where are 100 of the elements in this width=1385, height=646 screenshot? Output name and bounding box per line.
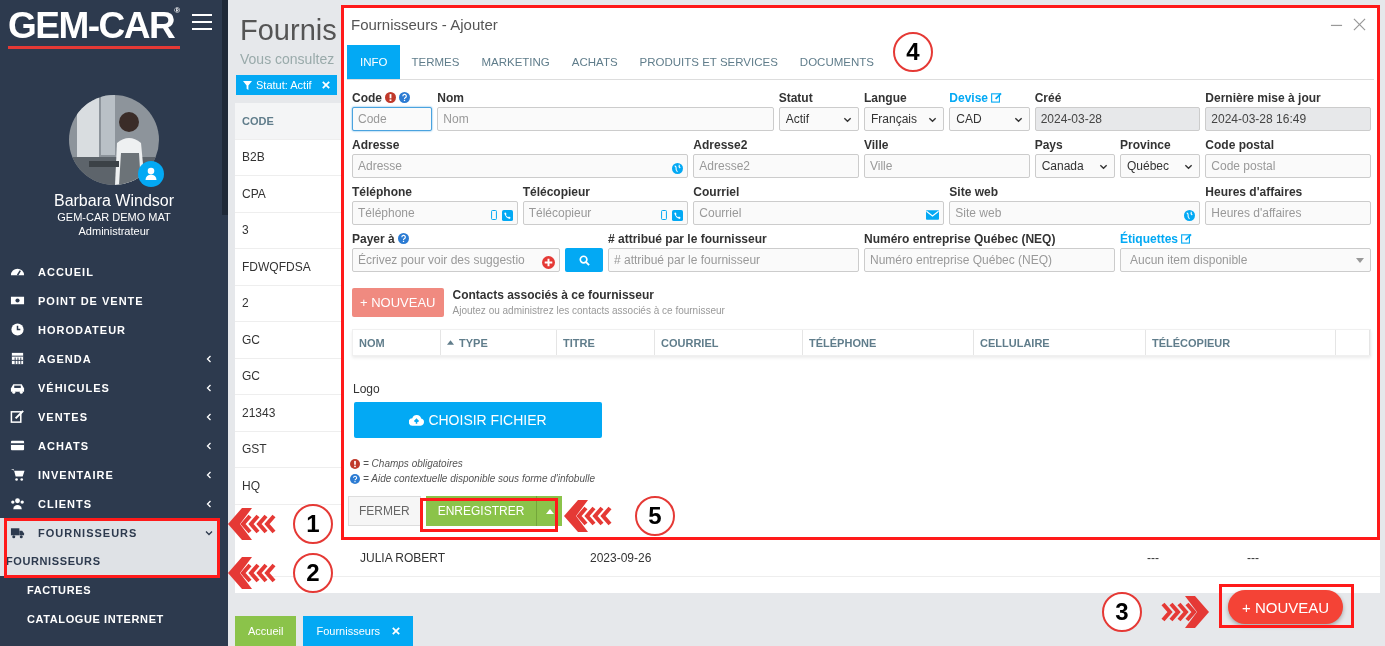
field-label: Numéro entreprise Québec (NEQ) xyxy=(864,231,1056,246)
mobile-icon xyxy=(661,210,668,220)
select-field[interactable]: Québec xyxy=(1120,154,1201,178)
filter-icon xyxy=(243,80,252,90)
input-field[interactable]: Téléphone xyxy=(352,201,518,225)
table-cell: 2023-09-26 xyxy=(590,551,652,566)
sidebar-subitem[interactable]: FOURNISSEURS xyxy=(0,547,220,576)
search-icon xyxy=(578,254,590,266)
help-icon[interactable] xyxy=(397,233,409,244)
sidebar-item[interactable]: CLIENTS xyxy=(0,489,220,518)
select-field[interactable]: CAD xyxy=(949,107,1030,131)
column-header[interactable]: COURRIEL xyxy=(655,330,803,355)
input-field[interactable]: Heures d'affaires xyxy=(1205,201,1371,225)
input-field[interactable]: Écrivez pour voir des suggestio xyxy=(352,248,561,272)
edit-icon[interactable] xyxy=(991,92,1003,103)
field-label: Payer à xyxy=(352,231,395,246)
input-field[interactable]: Ville xyxy=(864,154,1030,178)
sidebar-item[interactable]: ACCUEIL xyxy=(0,257,220,286)
column-header[interactable]: TÉLÉPHONE xyxy=(803,330,974,355)
field-label: Logo xyxy=(353,382,381,396)
field-label: Province xyxy=(1120,137,1171,152)
column-header[interactable]: NOM xyxy=(353,330,441,355)
cloud-upload-icon xyxy=(409,414,425,426)
select-field[interactable]: Actif xyxy=(778,107,859,131)
required-icon xyxy=(350,458,360,469)
column-header[interactable]: TYPE xyxy=(441,330,557,355)
input-field[interactable]: Adresse2 xyxy=(693,154,859,178)
input-field[interactable]: Site web xyxy=(949,201,1201,225)
table-cell: HQ xyxy=(242,478,260,493)
globe-icon xyxy=(1184,209,1196,221)
user-icon xyxy=(138,161,164,187)
table-cell: --- xyxy=(1247,551,1259,566)
sidebar-subitem[interactable]: CATALOGUE INTERNET xyxy=(0,605,220,634)
sidebar-item[interactable]: ACHATS xyxy=(0,431,220,460)
tab[interactable]: PRODUITS ET SERVICES xyxy=(628,45,789,79)
input-field[interactable]: Courriel xyxy=(693,201,945,225)
logo: GEM-CAR$^{®}$ xyxy=(8,6,181,49)
search-button[interactable] xyxy=(565,248,603,272)
tab[interactable]: MARKETING xyxy=(470,45,561,79)
tab[interactable]: DOCUMENTS xyxy=(788,45,885,79)
sidebar-subitem[interactable]: FACTURES xyxy=(0,576,220,605)
section-title: Contacts associés à ce fournisseur xyxy=(452,288,655,302)
choose-file-button[interactable]: CHOISIR FICHIER xyxy=(354,402,602,438)
sidebar-item[interactable]: HORODATEUR xyxy=(0,315,220,344)
mobile-icon xyxy=(490,210,497,220)
user-role: Administrateur xyxy=(78,224,150,238)
caret-icon xyxy=(1356,257,1364,263)
input-field[interactable]: Télécopieur xyxy=(522,201,689,225)
sidebar-item[interactable]: AGENDA xyxy=(0,344,220,373)
field-label: Courriel xyxy=(693,184,740,199)
table-cell: 21343 xyxy=(242,405,276,420)
page-subtitle: Vous consultez xyxy=(240,51,335,67)
field-label: Statut xyxy=(778,90,813,105)
sidebar-item[interactable]: INVENTAIRE xyxy=(0,460,220,489)
sidebar-item[interactable]: POINT DE VENTE xyxy=(0,286,220,315)
menu-icon[interactable] xyxy=(192,14,212,30)
column-header[interactable]: TÉLÉCOPIEUR xyxy=(1146,330,1336,355)
company-name: GEM-CAR DEMO MAT xyxy=(57,210,171,224)
new-contact-button[interactable]: + NOUVEAU xyxy=(352,288,444,317)
table-cell: 2 xyxy=(242,296,249,311)
filter-label: Statut: Actif xyxy=(256,79,312,91)
select-field[interactable]: Français xyxy=(864,107,945,131)
page-tab[interactable]: Fournisseurs xyxy=(303,616,414,646)
tab[interactable]: ACHATS xyxy=(560,45,629,79)
sidebar-item[interactable]: VENTES xyxy=(0,402,220,431)
field-label: Code postal xyxy=(1205,137,1274,152)
input-field[interactable]: Code postal xyxy=(1205,154,1371,178)
input-field[interactable]: Code xyxy=(352,107,433,131)
input-field[interactable]: Adresse xyxy=(352,154,689,178)
table-cell: GC xyxy=(242,332,260,347)
readonly-field: 2024-03-28 xyxy=(1034,107,1201,131)
edit-icon[interactable] xyxy=(1181,233,1192,244)
field-label: Site web xyxy=(949,184,998,199)
input-field[interactable]: Nom xyxy=(437,107,774,131)
close-icon[interactable] xyxy=(1353,17,1366,31)
cart-icon xyxy=(10,467,25,482)
field-label: Créé xyxy=(1034,90,1062,105)
edit-icon xyxy=(10,409,25,424)
close-button[interactable]: FERMER xyxy=(348,496,421,526)
calendar-icon xyxy=(10,351,25,366)
help-icon[interactable] xyxy=(399,92,410,103)
input-field[interactable]: Numéro entreprise Québec (NEQ) xyxy=(864,248,1115,272)
column-header[interactable]: CELLULAIRE xyxy=(974,330,1146,355)
column-header[interactable]: TITRE xyxy=(557,330,655,355)
tab[interactable]: INFO xyxy=(347,45,401,79)
section-subtitle: Ajoutez ou administrez les contacts associés à ce fournisseur xyxy=(452,305,725,316)
field-label: Nom xyxy=(437,90,464,105)
field-label: Adresse xyxy=(352,137,400,152)
new-button[interactable]: + NOUVEAU xyxy=(1228,590,1344,624)
sidebar-item[interactable]: VÉHICULES xyxy=(0,373,220,402)
input-field[interactable]: # attribué par le fournisseur xyxy=(608,248,859,272)
tab[interactable]: TERMES xyxy=(400,45,471,79)
select-field[interactable]: Canada xyxy=(1034,154,1115,178)
envelope-icon xyxy=(926,210,940,220)
phone-icon xyxy=(672,209,684,221)
tags-field[interactable]: Aucun item disponible xyxy=(1120,248,1371,272)
field-label: Devise xyxy=(949,90,989,105)
filter-chip[interactable]: Statut: Actif xyxy=(236,75,337,95)
add-icon[interactable] xyxy=(542,255,556,269)
column-header[interactable]: CODE xyxy=(235,114,345,127)
